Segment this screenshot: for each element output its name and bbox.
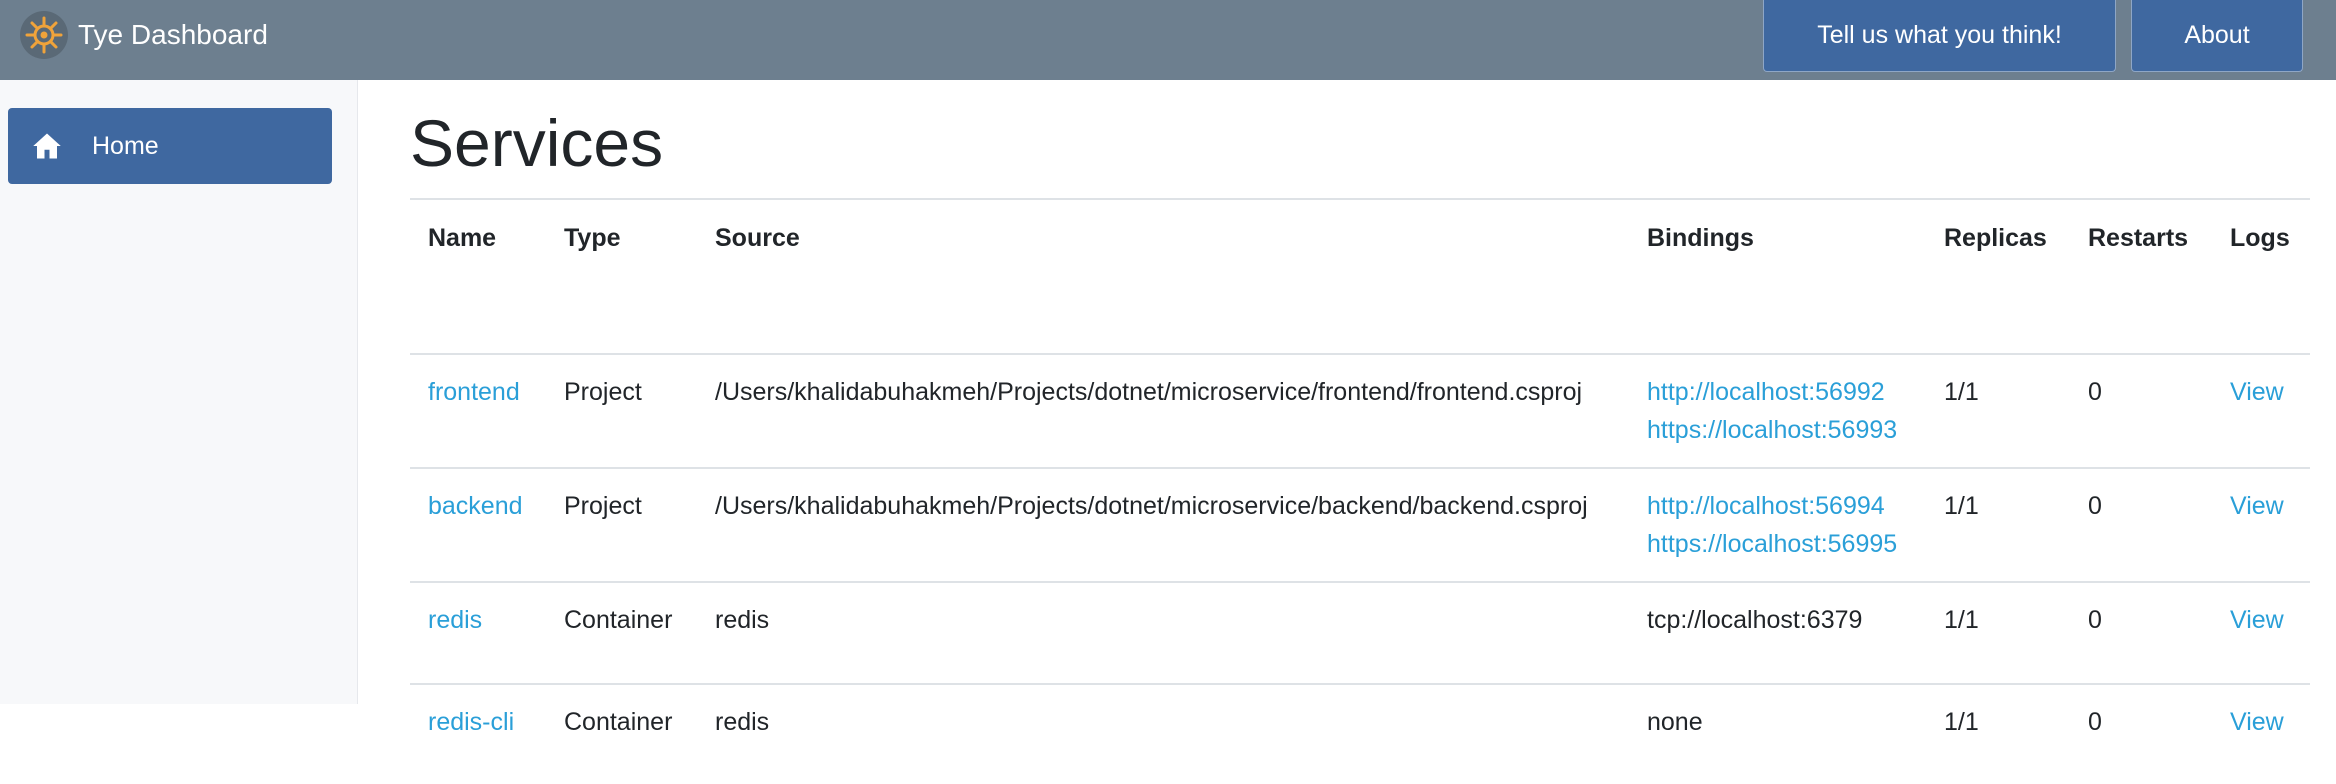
binding-link[interactable]: http://localhost:56992 bbox=[1647, 373, 1926, 411]
service-replicas: 1/1 bbox=[1944, 708, 1979, 736]
service-type: Project bbox=[564, 378, 642, 406]
column-header-logs: Logs bbox=[2230, 224, 2290, 252]
table-row: redis Container redis tcp://localhost:63… bbox=[410, 581, 2310, 684]
service-type: Container bbox=[564, 708, 673, 736]
column-header-restarts: Restarts bbox=[2088, 224, 2189, 252]
column-header-type: Type bbox=[564, 224, 621, 252]
service-type: Container bbox=[564, 606, 673, 634]
column-header-name: Name bbox=[428, 224, 497, 252]
service-replicas: 1/1 bbox=[1944, 606, 1979, 634]
binding-text: none bbox=[1647, 708, 1703, 736]
service-type: Project bbox=[564, 492, 642, 520]
view-logs-link[interactable]: View bbox=[2230, 373, 2310, 411]
service-restarts: 0 bbox=[2088, 492, 2102, 520]
table-header-row: Name Type Source Bindings Replicas Resta… bbox=[410, 200, 2310, 354]
view-logs-link[interactable]: View bbox=[2230, 703, 2310, 741]
about-button[interactable]: About bbox=[2131, 0, 2303, 72]
table-row: backend Project /Users/khalidabuhakmeh/P… bbox=[410, 467, 2310, 582]
service-replicas: 1/1 bbox=[1944, 492, 1979, 520]
page-title: Services bbox=[410, 106, 664, 180]
main-content: Services Name Type Source Bindings Repli… bbox=[410, 80, 2310, 784]
feedback-button[interactable]: Tell us what you think! bbox=[1763, 0, 2116, 72]
brand[interactable]: Tye Dashboard bbox=[20, 10, 268, 60]
table-row: redis-cli Container redis none 1/1 0 Vie… bbox=[410, 683, 2310, 784]
service-restarts: 0 bbox=[2088, 708, 2102, 736]
service-name-link[interactable]: redis bbox=[428, 601, 546, 639]
binding-link[interactable]: https://localhost:56993 bbox=[1647, 411, 1926, 449]
service-source: /Users/khalidabuhakmeh/Projects/dotnet/m… bbox=[715, 378, 1583, 406]
binding-text: tcp://localhost:6379 bbox=[1647, 606, 1863, 634]
service-source: redis bbox=[715, 708, 770, 736]
app-title: Tye Dashboard bbox=[78, 19, 268, 50]
sidebar: Home bbox=[0, 80, 358, 704]
home-icon bbox=[33, 133, 61, 159]
service-source: /Users/khalidabuhakmeh/Projects/dotnet/m… bbox=[715, 492, 1588, 520]
column-header-bindings: Bindings bbox=[1647, 224, 1754, 252]
binding-link[interactable]: http://localhost:56994 bbox=[1647, 487, 1926, 525]
service-restarts: 0 bbox=[2088, 606, 2102, 634]
column-header-replicas: Replicas bbox=[1944, 224, 2047, 252]
sidebar-item-home[interactable]: Home bbox=[8, 108, 332, 184]
ship-wheel-icon bbox=[20, 11, 68, 59]
view-logs-link[interactable]: View bbox=[2230, 601, 2310, 639]
binding-link[interactable]: https://localhost:56995 bbox=[1647, 525, 1926, 563]
service-replicas: 1/1 bbox=[1944, 378, 1979, 406]
top-bar: Tye Dashboard Tell us what you think! Ab… bbox=[0, 0, 2336, 80]
service-source: redis bbox=[715, 606, 770, 634]
service-name-link[interactable]: redis-cli bbox=[428, 703, 546, 741]
column-header-source: Source bbox=[715, 224, 800, 252]
service-restarts: 0 bbox=[2088, 378, 2102, 406]
service-name-link[interactable]: backend bbox=[428, 487, 546, 525]
view-logs-link[interactable]: View bbox=[2230, 487, 2310, 525]
sidebar-item-label: Home bbox=[92, 131, 159, 160]
service-name-link[interactable]: frontend bbox=[428, 373, 546, 411]
table-row: frontend Project /Users/khalidabuhakmeh/… bbox=[410, 353, 2310, 468]
services-table: Name Type Source Bindings Replicas Resta… bbox=[410, 200, 2310, 784]
